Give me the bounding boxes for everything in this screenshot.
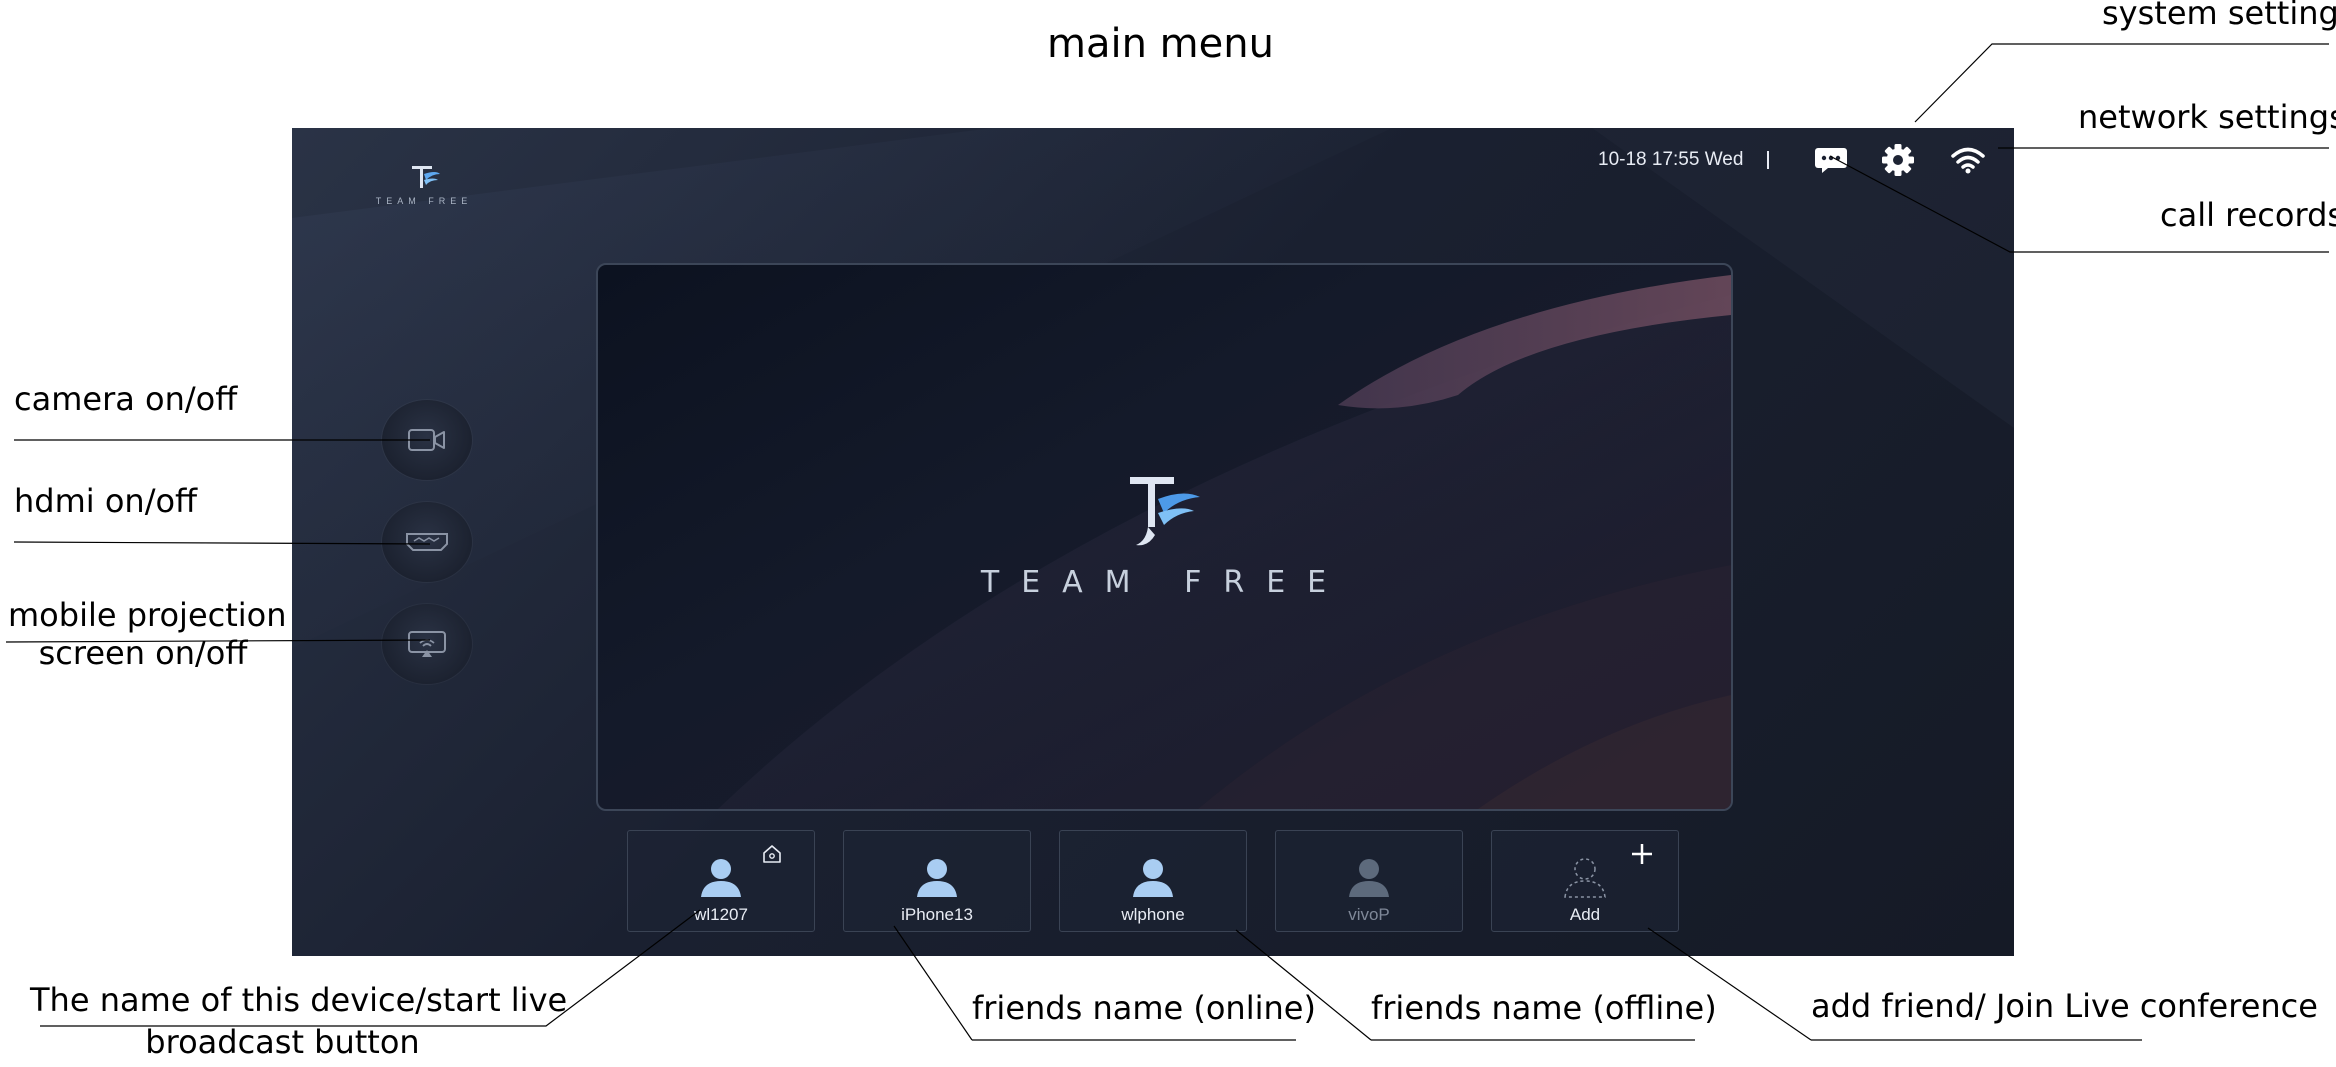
annotation-mobile-line1: mobile projection (8, 596, 287, 634)
annotation-friends-offline: friends name (offline) (1371, 989, 1717, 1027)
hdmi-icon (406, 533, 448, 551)
tile-friend-online[interactable]: iPhone13 (843, 830, 1031, 932)
tile-label: wlphone (1121, 905, 1185, 924)
hdmi-toggle-button[interactable] (382, 502, 472, 582)
tile-friend-online[interactable]: wlphone (1059, 830, 1247, 932)
brand-small-text: TEAM FREE (375, 196, 473, 206)
annotation-system-settings: system settings (2102, 0, 2336, 32)
mobile-projection-toggle-button[interactable] (382, 604, 472, 684)
annotation-mobile-projection: mobile projection screen on/off (8, 596, 287, 673)
user-avatar-offline-icon (1349, 859, 1389, 897)
video-preview-panel[interactable]: TEAM FREE (596, 263, 1733, 811)
tile-self-device[interactable]: wl1207 (627, 830, 815, 932)
tf-logo-icon (412, 166, 440, 188)
user-avatar-icon (701, 859, 741, 897)
user-avatar-icon (917, 859, 957, 897)
annotation-add-friend: add friend/ Join Live conference (1811, 987, 2318, 1025)
annotation-device-name: The name of this device/start live broad… (30, 981, 568, 1062)
plus-icon (1632, 844, 1652, 864)
tile-label: vivoP (1348, 905, 1390, 924)
call-records-button[interactable] (1811, 140, 1851, 180)
annotation-hdmi: hdmi on/off (14, 482, 198, 520)
tf-logo-large-icon (1130, 477, 1200, 546)
user-avatar-icon (1133, 859, 1173, 897)
tile-label: iPhone13 (901, 905, 973, 924)
page-title: main menu (1047, 21, 1274, 67)
system-settings-button[interactable] (1878, 140, 1918, 180)
annotation-friends-online: friends name (online) (972, 989, 1316, 1027)
add-user-icon (1564, 858, 1606, 898)
camera-toggle-button[interactable] (382, 400, 472, 480)
tile-label: Add (1569, 905, 1601, 924)
device-screen: TEAM FREE 10-18 17:55 Wed TEAM FREE wl12… (292, 128, 2014, 956)
annotation-device-line2: broadcast button (145, 1023, 420, 1062)
tile-label: wl1207 (694, 905, 748, 924)
annotation-network-settings: network settings (2078, 98, 2336, 136)
brand-large-text: TEAM FREE (980, 565, 1349, 600)
home-icon (763, 845, 781, 863)
tile-friend-offline[interactable]: vivoP (1275, 830, 1463, 932)
tile-add-friend[interactable]: Add (1491, 830, 1679, 932)
annotation-mobile-line2: screen on/off (38, 634, 248, 673)
message-icon (1815, 148, 1847, 173)
wifi-icon (1951, 147, 1985, 174)
gear-icon (1882, 144, 1914, 176)
annotation-call-records: call records (2160, 196, 2336, 234)
network-settings-button[interactable] (1948, 140, 1988, 180)
team-free-logo-small: TEAM FREE (354, 158, 494, 228)
status-bar: 10-18 17:55 Wed (1598, 142, 1791, 178)
annotation-device-line1: The name of this device/start live (30, 981, 568, 1019)
status-divider (1767, 151, 1770, 169)
camera-icon (408, 429, 445, 451)
screen-projection-icon (408, 631, 446, 657)
datetime-text: 10-18 17:55 Wed (1598, 149, 1744, 170)
annotation-camera: camera on/off (14, 380, 238, 418)
